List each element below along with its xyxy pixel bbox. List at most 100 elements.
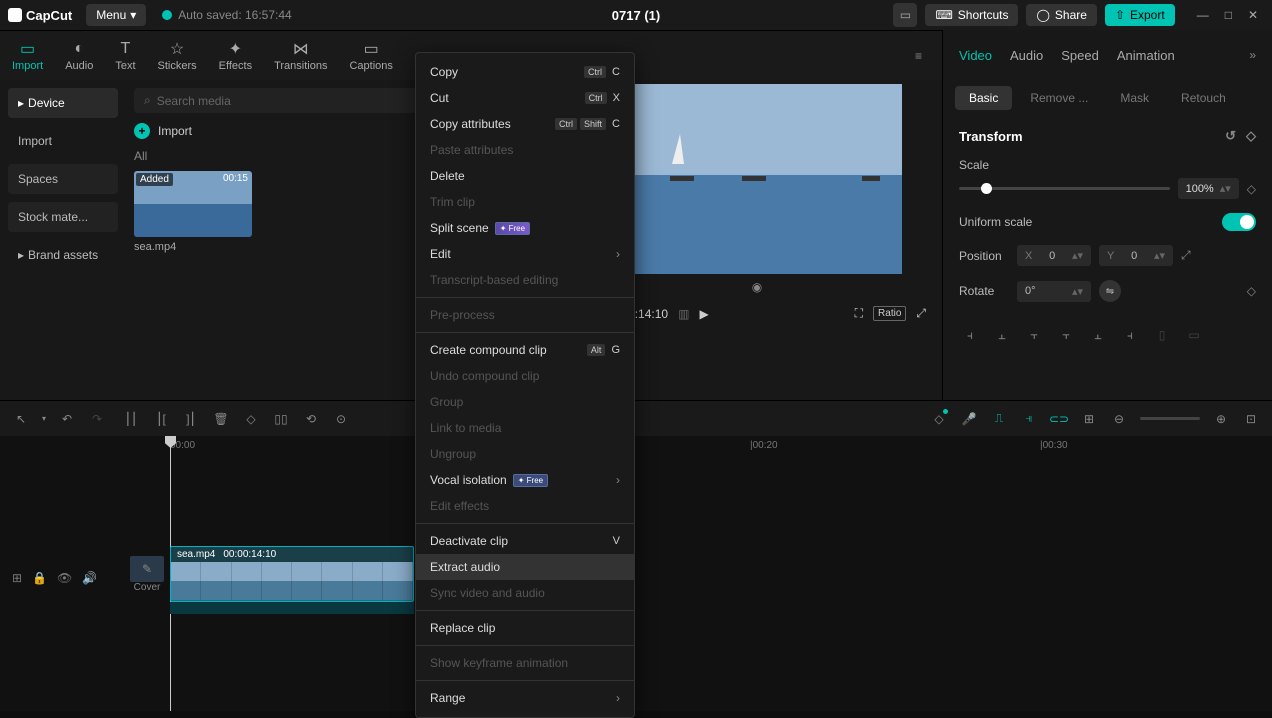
ctx-copy[interactable]: CopyCtrlC [416,59,634,85]
import-button[interactable]: Import [158,124,192,138]
ctx-split-scene[interactable]: Split scene✦ Free [416,215,634,241]
auto-caption-icon[interactable]: ◇ [930,410,948,428]
undo-icon[interactable]: ↶ [58,410,76,428]
align-top-icon[interactable]: ⫟ [1055,324,1077,346]
mirror-button[interactable]: ⇋ [1099,280,1121,302]
inspector-tab-video[interactable]: Video [959,48,992,63]
ctx-deactivate[interactable]: Deactivate clipV [416,528,634,554]
align-right-icon[interactable]: ⫟ [1023,324,1045,346]
close-button[interactable]: ✕ [1248,8,1258,22]
align-center-v-icon[interactable]: ⫠ [1087,324,1109,346]
menu-button[interactable]: Menu ▾ [86,4,146,26]
subtab-remove[interactable]: Remove ... [1016,86,1102,110]
tab-transitions[interactable]: ⋈Transitions [274,40,327,72]
mic-icon[interactable]: 🎤 [960,410,978,428]
position-x-input[interactable]: X0▴▾ [1017,245,1091,266]
ctx-cut[interactable]: CutCtrlX [416,85,634,111]
inspector-tab-audio[interactable]: Audio [1010,48,1043,63]
keyframe-icon[interactable]: ◇ [1246,128,1256,144]
lock-icon[interactable]: 🔒 [32,571,47,585]
reset-icon[interactable]: ↺ [1225,128,1236,144]
reverse-icon[interactable]: ⟲ [302,410,320,428]
tab-audio[interactable]: ◐Audio [65,40,93,72]
fullscreen-icon[interactable]: ⛶ [855,306,863,321]
link-icon[interactable]: ⊂⊃ [1050,410,1068,428]
trim-left-icon[interactable]: ⎮[ [152,410,170,428]
cover-button[interactable]: ✎ Cover [130,556,164,593]
pointer-tool-icon[interactable]: ↖ [12,410,30,428]
subtab-retouch[interactable]: Retouch [1167,86,1240,110]
inspector-tab-animation[interactable]: Animation [1117,48,1175,63]
zoom-slider[interactable] [1140,417,1200,420]
align-center-h-icon[interactable]: ⫠ [991,324,1013,346]
subtab-basic[interactable]: Basic [955,86,1012,110]
ctx-compound[interactable]: Create compound clipAltG [416,337,634,363]
ctx-range[interactable]: Range› [416,685,634,711]
mute-icon[interactable]: 🔊 [82,571,97,585]
align-bottom-icon[interactable]: ⫞ [1119,324,1141,346]
preview-video[interactable] [612,84,902,274]
chevron-down-icon[interactable]: ▾ [42,414,46,423]
ctx-delete[interactable]: Delete [416,163,634,189]
rotate-input[interactable]: 0°▴▾ [1017,281,1091,302]
tab-import[interactable]: ▭Import [12,40,43,72]
layout-button[interactable]: ▭ [893,3,917,27]
trim-right-icon[interactable]: ]⎮ [182,410,200,428]
ratio-button[interactable]: Ratio [873,306,906,321]
keyframe-icon[interactable]: ◇ [1247,284,1256,298]
expand-icon[interactable]: ⤢ [916,306,926,321]
scale-slider[interactable] [959,187,1170,190]
play-button[interactable]: ▶ [699,307,708,321]
video-clip[interactable]: sea.mp4 00:00:14:10 [170,546,414,602]
timeline[interactable]: 00:00 |00:20 |00:30 ⊞ 🔒 👁 🔊 ✎ Cover sea.… [0,436,1272,711]
more-icon[interactable]: » [1249,48,1256,62]
maximize-button[interactable]: □ [1225,8,1232,22]
split-icon[interactable]: ⎮⎮ [122,410,140,428]
frame-icon[interactable]: ▯▯ [272,410,290,428]
tab-effects[interactable]: ✦Effects [219,40,252,72]
ctx-edit[interactable]: Edit› [416,241,634,267]
subtab-mask[interactable]: Mask [1106,86,1163,110]
marker-icon[interactable]: ◇ [242,410,260,428]
sidebar-item-device[interactable]: ▸Device [8,88,118,118]
redo-icon[interactable]: ↷ [88,410,106,428]
sidebar-item-import[interactable]: Import [8,126,118,156]
timeline-ruler[interactable]: 00:00 |00:20 |00:30 [170,436,1272,458]
preview-sync-icon[interactable]: ⊞ [1080,410,1098,428]
sidebar-item-spaces[interactable]: Spaces [8,164,118,194]
ctx-replace[interactable]: Replace clip [416,615,634,641]
tab-text[interactable]: TText [115,40,135,72]
share-button[interactable]: ◯ Share [1026,4,1096,26]
link-icon[interactable]: ⤢ [1181,248,1191,263]
compare-icon[interactable]: ▥ [678,307,689,321]
record-icon[interactable]: ⊙ [332,410,350,428]
ctx-copy-attributes[interactable]: Copy attributesCtrlShiftC [416,111,634,137]
zoom-out-icon[interactable]: ⊖ [1110,410,1128,428]
position-y-input[interactable]: Y0▴▾ [1099,245,1173,266]
media-thumbnail[interactable]: Added 00:15 sea.mp4 [134,171,252,253]
align-left-icon[interactable]: ⫞ [959,324,981,346]
scale-value-input[interactable]: 100%▴▾ [1178,178,1239,199]
zoom-fit-icon[interactable]: ⊡ [1242,410,1260,428]
tab-stickers[interactable]: ☆Stickers [158,40,197,72]
shortcuts-button[interactable]: ⌨ Shortcuts [925,4,1018,26]
tab-captions[interactable]: ▭Captions [349,40,392,72]
magnet-icon[interactable]: ⎍ [990,410,1008,428]
keyframe-icon[interactable]: ◇ [1247,182,1256,196]
uniform-scale-toggle[interactable] [1222,213,1256,231]
expand-tracks-icon[interactable]: ⊞ [12,571,22,585]
visibility-icon[interactable]: 👁 [57,571,72,585]
sidebar-item-stock[interactable]: Stock mate... [8,202,118,232]
ctx-vocal-isolation[interactable]: Vocal isolation✦ Free› [416,467,634,493]
minimize-button[interactable]: — [1197,8,1209,22]
zoom-in-icon[interactable]: ⊕ [1212,410,1230,428]
clip-audio-waveform[interactable] [170,602,414,614]
export-button[interactable]: ⇧ Export [1105,4,1175,26]
delete-icon[interactable]: 🗑 [212,410,230,428]
sidebar-item-brand[interactable]: ▸Brand assets [8,240,118,270]
snap-icon[interactable]: ⫣ [1020,410,1038,428]
inspector-tab-speed[interactable]: Speed [1061,48,1099,63]
hamburger-icon[interactable]: ≡ [915,49,930,63]
ctx-extract-audio[interactable]: Extract audio [416,554,634,580]
plus-icon[interactable]: + [134,123,150,139]
